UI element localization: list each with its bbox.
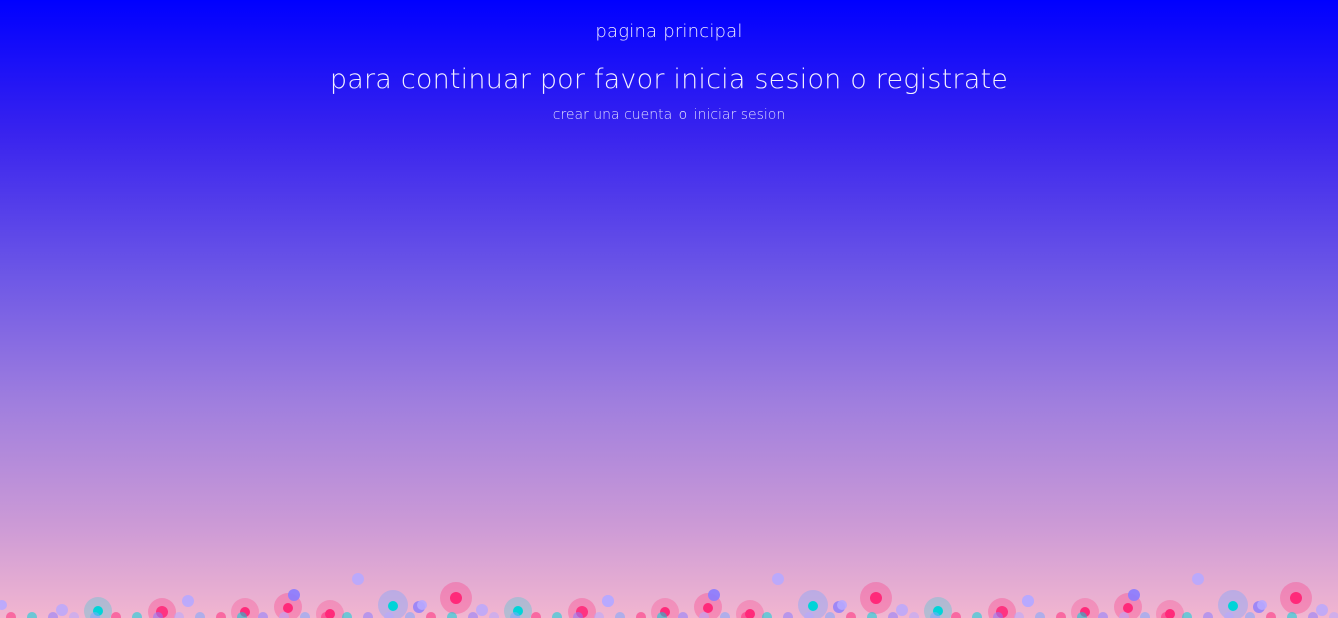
bubble (1077, 612, 1087, 618)
bubble (321, 612, 331, 618)
bubble (6, 612, 16, 618)
bubble (1035, 612, 1045, 618)
bubble (636, 612, 646, 618)
bubble (993, 612, 1003, 618)
bubble (783, 612, 793, 618)
auth-links: crear una cuenta o iniciar sesion (0, 107, 1338, 123)
bubble (90, 612, 100, 618)
bubble (153, 612, 163, 618)
bubble (772, 573, 784, 585)
bubble (1140, 612, 1150, 618)
bubble (720, 612, 730, 618)
bubble (930, 612, 940, 618)
bubble (1287, 612, 1297, 618)
page-title: pagina principal (595, 21, 743, 42)
bubble (762, 612, 772, 618)
bubble (896, 604, 908, 616)
bubble (972, 612, 982, 618)
bubble (909, 612, 919, 618)
bubble (657, 612, 667, 618)
bubble (1161, 612, 1171, 618)
bubble (1022, 595, 1034, 607)
bubble (825, 612, 835, 618)
bubble (867, 612, 877, 618)
bubble (388, 601, 398, 611)
bubble (195, 612, 205, 618)
bubble (1192, 573, 1204, 585)
bubble (741, 612, 751, 618)
bubble (1245, 612, 1255, 618)
bubble (678, 612, 688, 618)
bubble (1290, 592, 1302, 604)
bubble (405, 612, 415, 618)
login-link[interactable]: iniciar sesion (694, 107, 786, 123)
link-separator: o (678, 107, 688, 123)
bubble (602, 595, 614, 607)
bubble (1014, 612, 1024, 618)
bubble (417, 600, 427, 610)
bubble (1308, 612, 1318, 618)
bubble (573, 612, 583, 618)
bubble (531, 612, 541, 618)
bubble (1228, 601, 1238, 611)
bubble (258, 612, 268, 618)
bubble (1224, 612, 1234, 618)
bubble (468, 612, 478, 618)
bubble (808, 601, 818, 611)
bubble (1316, 604, 1328, 616)
bubble (132, 612, 142, 618)
bubble (951, 612, 961, 618)
bubble (0, 600, 7, 610)
bubble (1257, 600, 1267, 610)
bubble (48, 612, 58, 618)
bubble (804, 612, 814, 618)
bubble (352, 573, 364, 585)
bubble (300, 612, 310, 618)
bubble (56, 604, 68, 616)
bubble (888, 612, 898, 618)
bubble (1329, 612, 1338, 618)
bubble (489, 612, 499, 618)
bubble (699, 612, 709, 618)
bubble (69, 612, 79, 618)
decorative-bubbles (0, 558, 1338, 618)
bubble (870, 592, 882, 604)
bubble (111, 612, 121, 618)
bubble (1128, 589, 1140, 601)
bubble (1182, 612, 1192, 618)
bubble (363, 612, 373, 618)
bubble (846, 612, 856, 618)
bubble (174, 612, 184, 618)
bubble (342, 612, 352, 618)
bubble (708, 589, 720, 601)
bubble (1056, 612, 1066, 618)
main-heading: para continuar por favor inicia sesion o… (329, 64, 1009, 95)
bubble (288, 589, 300, 601)
bubble (1119, 612, 1129, 618)
bubble (27, 612, 37, 618)
bubble (510, 612, 520, 618)
bubble (1203, 612, 1213, 618)
bubble (552, 612, 562, 618)
bubble (182, 595, 194, 607)
bubble (450, 592, 462, 604)
bubble (1266, 612, 1276, 618)
bubble (837, 600, 847, 610)
bubble (1098, 612, 1108, 618)
bubble (279, 612, 289, 618)
bubble (237, 612, 247, 618)
bubble (615, 612, 625, 618)
bubble (384, 612, 394, 618)
page-header: pagina principal para continuar por favo… (0, 0, 1338, 123)
bubble (426, 612, 436, 618)
bubble (476, 604, 488, 616)
bubble (594, 612, 604, 618)
bubble (447, 612, 457, 618)
bubble (216, 612, 226, 618)
create-account-link[interactable]: crear una cuenta (553, 107, 672, 123)
